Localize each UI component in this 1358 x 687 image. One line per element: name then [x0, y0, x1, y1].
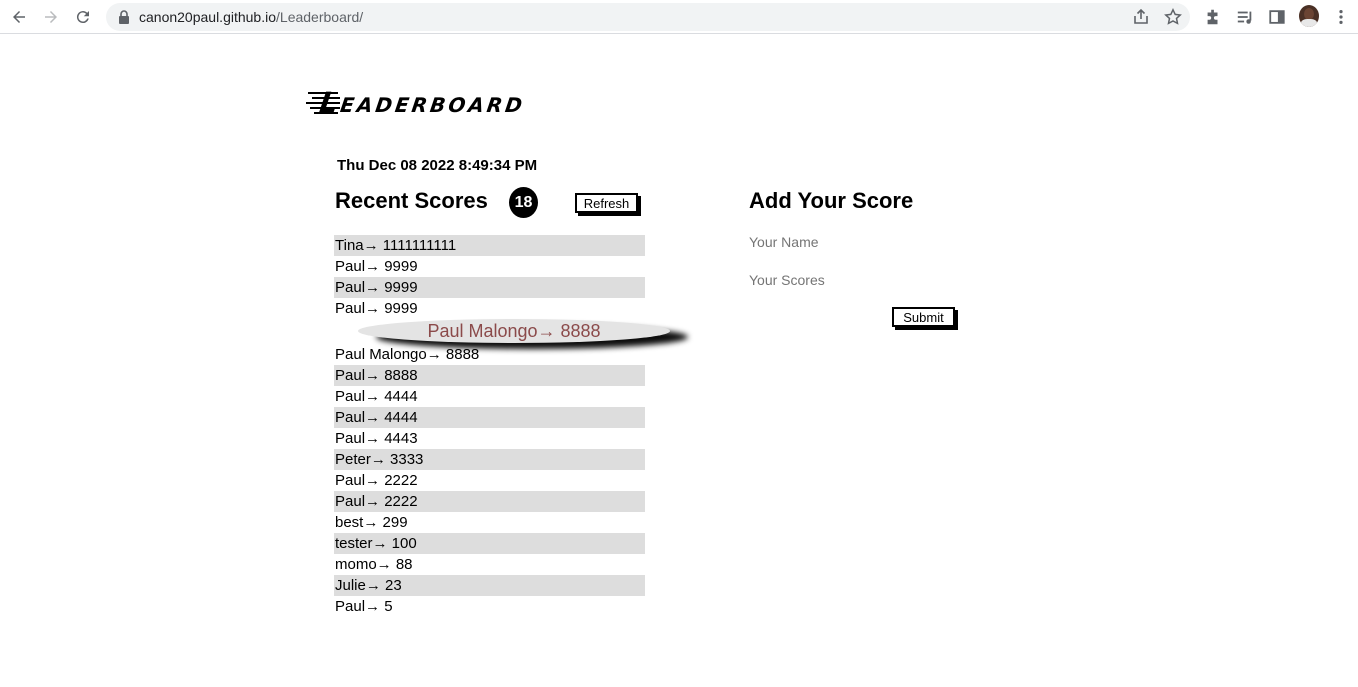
- url-text: canon20paul.github.io/Leaderboard/: [139, 9, 363, 25]
- list-item: Paul→ 4443: [335, 430, 418, 447]
- side-panel-icon[interactable]: [1267, 7, 1287, 27]
- back-icon[interactable]: [7, 5, 31, 29]
- list-item: Paul→ 9999: [335, 300, 418, 317]
- url-host: canon20paul.github.io: [139, 9, 277, 25]
- current-datetime: Thu Dec 08 2022 8:49:34 PM: [337, 157, 538, 174]
- list-item: Paul→ 4444: [335, 388, 418, 405]
- profile-avatar[interactable]: [1299, 5, 1319, 27]
- page-title: Leaderboard: [317, 86, 528, 119]
- list-item: best→ 299: [335, 514, 408, 531]
- menu-kebab-icon[interactable]: [1331, 7, 1351, 27]
- list-item: Paul→ 9999: [335, 258, 418, 275]
- submit-button[interactable]: Submit: [892, 307, 955, 327]
- recent-scores-heading: Recent Scores: [335, 188, 488, 213]
- list-item: Paul→ 9999: [334, 277, 645, 298]
- forward-icon[interactable]: [39, 5, 63, 29]
- list-item: momo→ 88: [335, 556, 413, 573]
- score-count-badge: 18: [509, 187, 538, 218]
- bookmark-star-icon[interactable]: [1164, 8, 1182, 26]
- page-title-logo: Leaderboard: [306, 86, 626, 120]
- list-item: Paul→ 5: [335, 598, 393, 615]
- reload-icon[interactable]: [71, 5, 95, 29]
- list-item: Paul→ 2222: [335, 472, 418, 489]
- url-path: /Leaderboard/: [276, 9, 364, 25]
- score-input[interactable]: [749, 270, 949, 290]
- media-queue-icon[interactable]: [1235, 7, 1255, 27]
- browser-toolbar: canon20paul.github.io/Leaderboard/: [0, 0, 1358, 34]
- refresh-button[interactable]: Refresh: [575, 193, 638, 213]
- list-item: Peter→ 3333: [334, 449, 645, 470]
- list-item: Paul→ 2222: [334, 491, 645, 512]
- list-item: Paul→ 8888: [334, 365, 645, 386]
- list-item: Paul→ 4444: [334, 407, 645, 428]
- lock-icon: [119, 10, 129, 24]
- hovered-score-popout[interactable]: Paul Malongo→ 8888: [358, 319, 670, 343]
- share-icon[interactable]: [1132, 8, 1150, 26]
- list-item: Tina→ 1111111111: [334, 235, 645, 256]
- name-input[interactable]: [749, 232, 949, 252]
- scores-list: Tina→ 1111111111 Paul→ 9999 Paul→ 9999 P…: [334, 235, 645, 617]
- address-bar[interactable]: canon20paul.github.io/Leaderboard/: [106, 3, 1190, 31]
- extensions-icon[interactable]: [1203, 7, 1223, 27]
- list-item: Julie→ 23: [334, 575, 645, 596]
- list-item: Paul Malongo→ 8888: [335, 346, 480, 363]
- list-item: tester→ 100: [334, 533, 645, 554]
- add-score-heading: Add Your Score: [749, 188, 914, 213]
